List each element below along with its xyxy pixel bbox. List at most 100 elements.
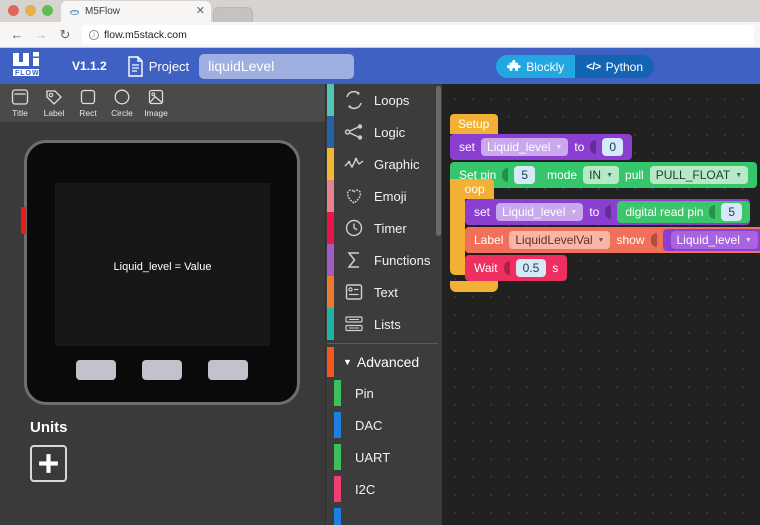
browser-tab-title: M5Flow [85,6,121,17]
blockly-category-list[interactable]: Loops Logic Graphic Emoji Timer Function… [325,84,442,525]
browser-nav-bar: ← → ↻ i flow.m5stack.com [0,22,760,48]
category-color-bar [327,308,334,340]
address-bar[interactable]: i flow.m5stack.com [82,25,754,44]
label-tag-icon [44,88,64,107]
variable-getter-block[interactable]: Liquid_level ▼ [662,229,760,251]
minimize-traffic-light[interactable] [25,5,36,16]
clock-icon [343,217,365,239]
device-button-c[interactable] [208,360,248,380]
value-field[interactable]: 0 [602,138,624,156]
category-uart[interactable]: UART [326,441,442,473]
category-lists-label: Lists [374,316,401,332]
widget-rect[interactable]: Rect [71,88,105,118]
blockly-workspace[interactable]: Setup set Liquid_level ▼ to 0 Set pin 5 … [442,84,760,525]
category-loops[interactable]: Loops [326,84,442,116]
category-advanced[interactable]: ▼ Advanced [326,347,442,377]
digital-read-pin-field[interactable]: 5 [721,203,743,221]
category-functions-label: Functions [374,252,431,268]
tab-blockly[interactable]: Blockly [496,55,576,78]
close-traffic-light[interactable] [8,5,19,16]
device-button-row [27,360,297,380]
variable-name: Liquid_level [676,233,740,247]
device-screen[interactable]: Liquid_level = Value [55,183,270,346]
category-dac[interactable]: DAC [326,409,442,441]
document-icon[interactable] [127,55,144,77]
code-tag-icon: </> [586,60,601,73]
project-group: Project [127,55,189,77]
category-loops-label: Loops [374,92,410,108]
category-lists[interactable]: Lists [326,308,442,340]
set-variable-read-block[interactable]: set Liquid_level ▼ to digital read pin 5 [465,199,751,225]
forward-arrow-icon[interactable]: → [30,24,52,46]
device-preview[interactable]: Liquid_level = Value [21,140,300,405]
label-target-dropdown[interactable]: LiquidLevelVal ▼ [509,231,611,249]
variable-dropdown[interactable]: Liquid_level ▼ [481,138,569,156]
category-graphic[interactable]: Graphic [326,148,442,180]
close-icon[interactable]: ✕ [196,6,205,17]
svg-text:FLOW: FLOW [15,70,40,77]
label-show-block[interactable]: Label LiquidLevelVal ▼ show Liquid_level… [465,227,760,253]
setup-block-stack[interactable]: Setup set Liquid_level ▼ to 0 Set pin 5 … [450,114,760,188]
category-advanced-label: Advanced [356,354,420,370]
app-body: Title Label Rect Circle Image Liquid_lev… [0,84,760,525]
category-dac-label: DAC [355,417,383,433]
variable-dropdown[interactable]: Liquid_level ▼ [670,231,758,249]
digital-read-pin-block[interactable]: digital read pin 5 [617,201,751,223]
category-emoji[interactable]: Emoji [326,180,442,212]
category-pin[interactable]: Pin [326,377,442,409]
lists-icon [343,313,365,335]
back-arrow-icon[interactable]: ← [6,24,28,46]
category-partial-next[interactable] [326,505,442,525]
label-target-value: LiquidLevelVal [515,233,593,247]
category-color-bar [327,212,334,244]
tab-blockly-label: Blockly [526,59,565,74]
variable-dropdown[interactable]: Liquid_level ▼ [496,203,584,221]
units-section: Units [0,405,325,482]
info-circle-icon[interactable]: i [89,29,99,40]
widget-title[interactable]: Title [3,88,37,118]
category-color-bar [327,347,334,377]
value-socket [503,261,510,275]
sigma-icon [343,249,365,271]
add-unit-button[interactable] [30,445,67,482]
wait-seconds-field[interactable]: 0.5 [515,259,547,277]
category-timer[interactable]: Timer [326,212,442,244]
chevron-down-icon: ▼ [606,171,614,179]
device-button-a[interactable] [76,360,116,380]
project-name-input[interactable] [199,53,355,79]
wait-unit-label: s [552,261,559,275]
editor-mode-toggle[interactable]: Blockly </> Python [496,55,654,78]
wait-keyword: Wait [474,261,498,275]
address-bar-url: flow.m5stack.com [104,28,187,41]
set-variable-block[interactable]: set Liquid_level ▼ to 0 [450,134,633,160]
category-color-bar [334,380,341,406]
window-controls[interactable] [0,5,61,22]
browser-tab[interactable]: M5Flow ✕ [61,1,211,22]
widget-image[interactable]: Image [139,88,173,118]
device-button-b[interactable] [142,360,182,380]
category-logic[interactable]: Logic [326,116,442,148]
m5stack-favicon-icon [69,6,80,17]
setup-hat-block[interactable]: Setup [450,114,499,134]
title-icon [10,88,30,107]
value-socket [605,205,612,219]
chevron-down-icon: ▼ [597,236,605,244]
category-text[interactable]: Text [326,276,442,308]
rectangle-icon [78,88,98,107]
set-keyword: set [474,205,491,219]
widget-circle[interactable]: Circle [105,88,139,118]
graphic-icon [343,153,365,175]
chevron-down-icon: ▼ [735,171,743,179]
widget-label[interactable]: Label [37,88,71,118]
tab-python[interactable]: </> Python [575,55,654,78]
loop-block-stack[interactable]: Loop set Liquid_level ▼ to digital read … [450,179,760,292]
background-tab[interactable] [213,7,253,22]
chevron-down-icon: ▼ [555,143,563,151]
wait-block[interactable]: Wait 0.5 s [465,255,568,281]
category-i2c[interactable]: I2C [326,473,442,505]
category-color-bar [334,412,341,438]
app-version: V1.1.2 [72,59,107,73]
zoom-traffic-light[interactable] [42,5,53,16]
reload-icon[interactable]: ↻ [54,24,76,46]
category-functions[interactable]: Functions [326,244,442,276]
